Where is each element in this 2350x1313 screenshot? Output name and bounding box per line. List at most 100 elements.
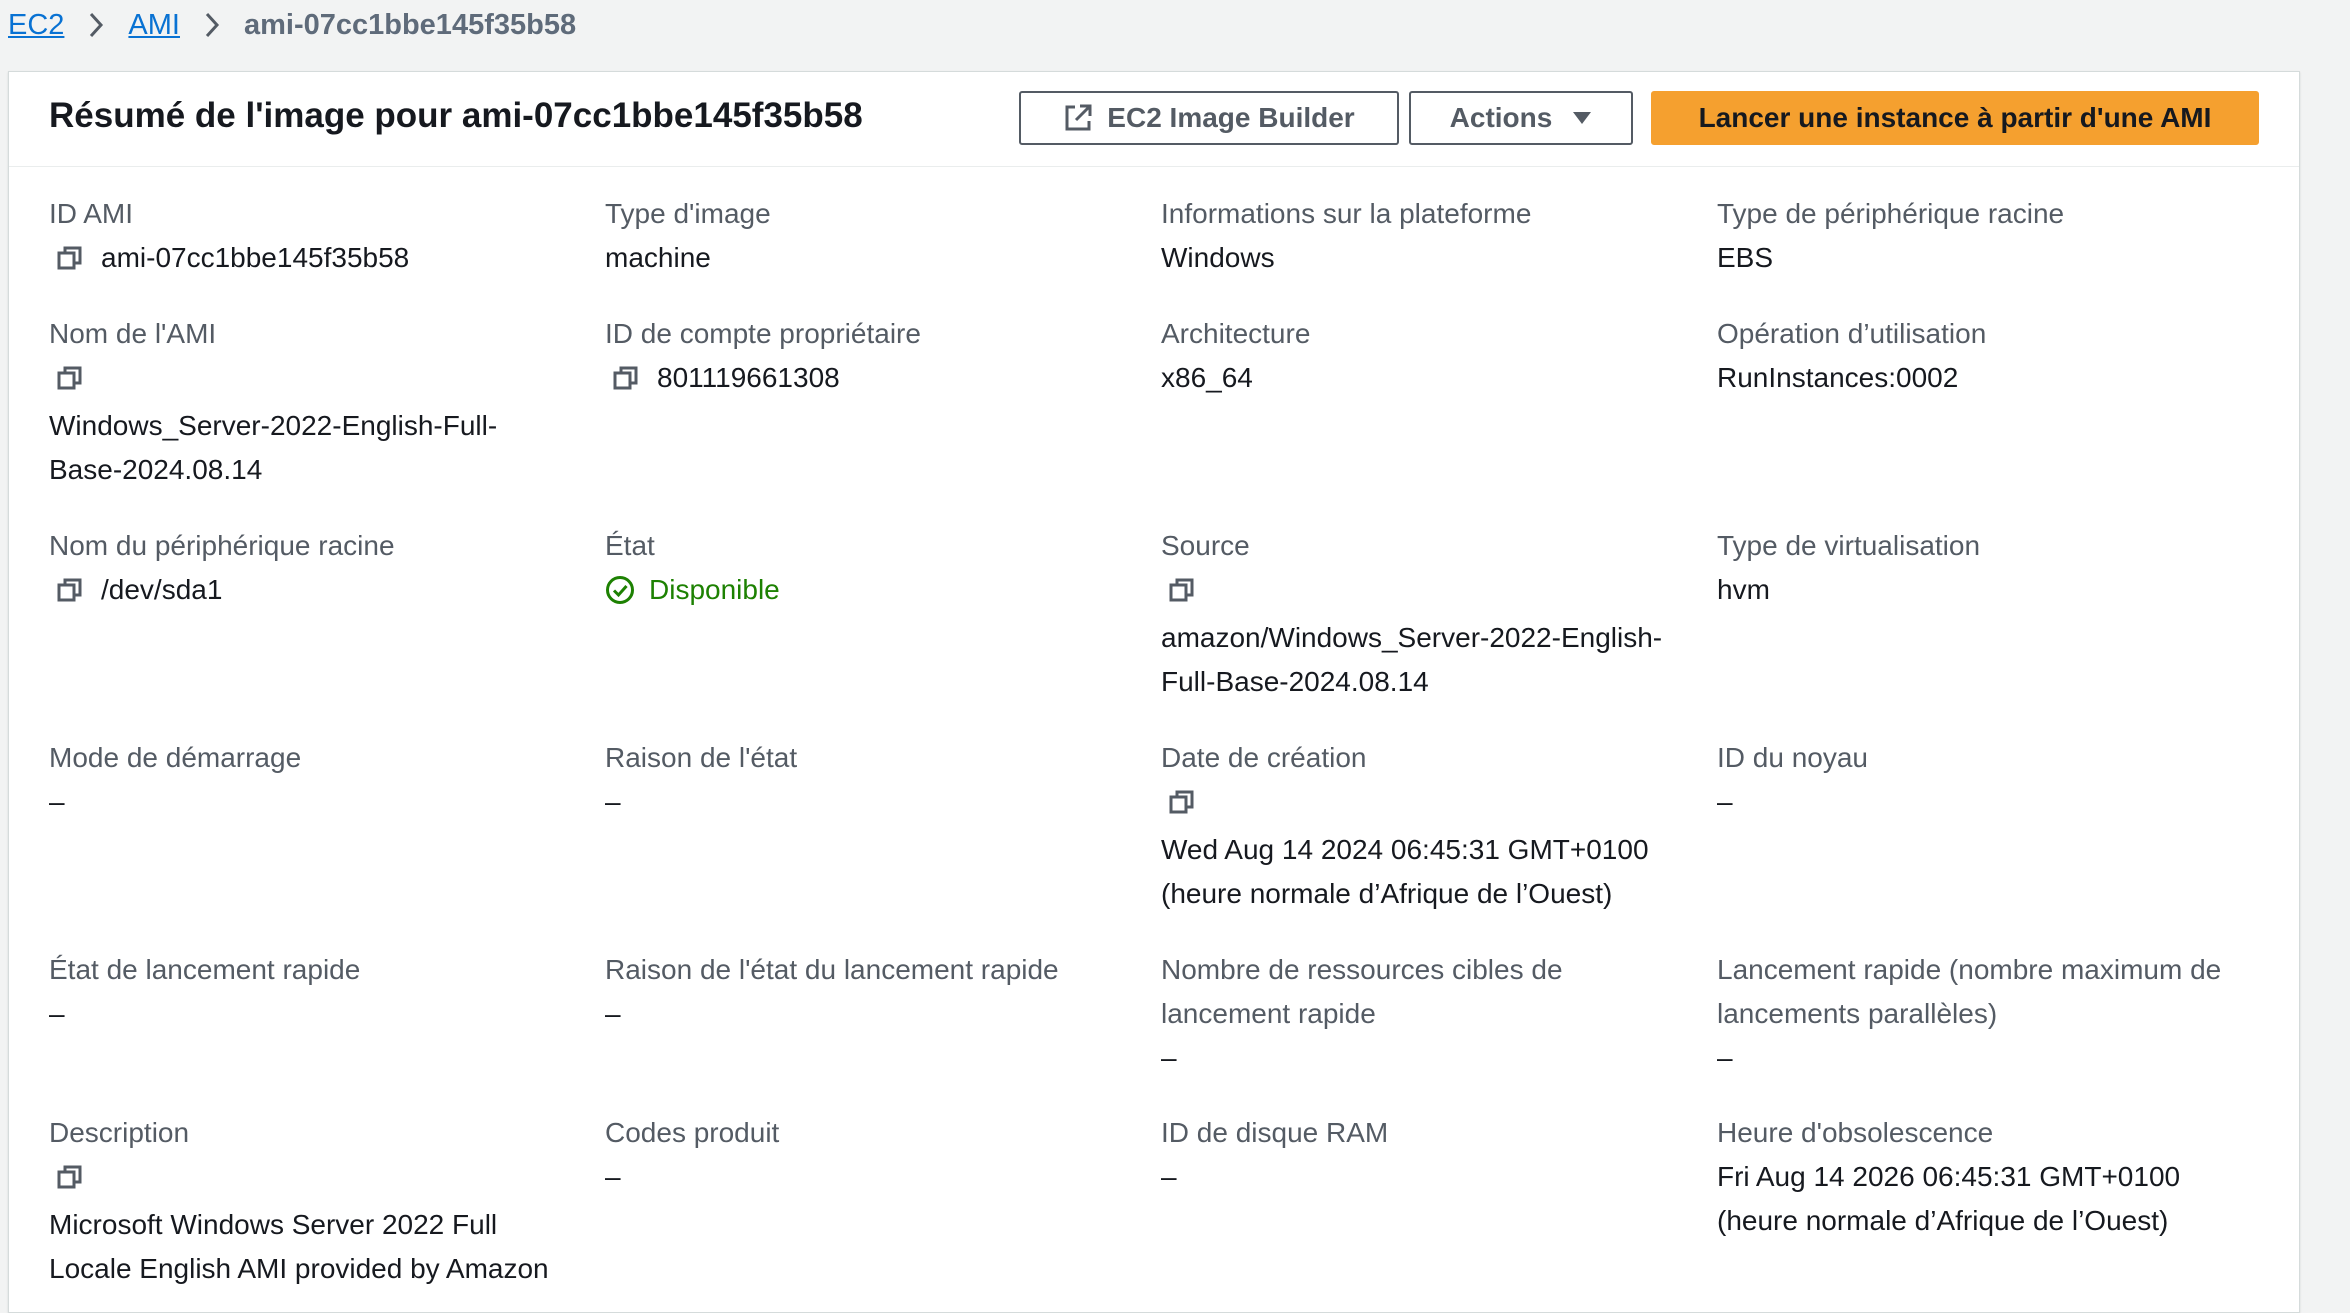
- field-owner-id: ID de compte propriétaire 801119661308: [605, 312, 1145, 400]
- breadcrumb: EC2 AMI ami-07cc1bbe145f35b58: [8, 0, 576, 50]
- field-value: –: [605, 998, 621, 1029]
- field-value: Windows_Server-2022-English-Full- Base-2…: [49, 404, 589, 492]
- caret-down-icon: [1572, 111, 1592, 125]
- field-value-line: Windows_Server-2022-English-Full-: [49, 410, 498, 441]
- field-label: Nom du périphérique racine: [49, 530, 395, 561]
- field-value: Microsoft Windows Server 2022 Full Local…: [49, 1203, 589, 1291]
- field-value-line: Full-Base-2024.08.14: [1161, 666, 1429, 697]
- field-value-line: (heure normale d’Afrique de l’Ouest): [1161, 878, 1613, 909]
- field-label: Mode de démarrage: [49, 742, 302, 773]
- field-ramdisk-id: ID de disque RAM –: [1161, 1111, 1701, 1199]
- field-value-line: (heure normale d’Afrique de l’Ouest): [1717, 1205, 2169, 1236]
- field-virtualization: Type de virtualisation hvm: [1717, 524, 2257, 612]
- field-architecture: Architecture x86_64: [1161, 312, 1701, 400]
- image-summary-panel: Résumé de l'image pour ami-07cc1bbe145f3…: [8, 71, 2300, 1313]
- field-product-codes: Codes produit –: [605, 1111, 1145, 1199]
- field-value: –: [1161, 1042, 1177, 1073]
- field-value: –: [49, 786, 65, 817]
- field-value-line: Locale English AMI provided by Amazon: [49, 1253, 549, 1284]
- field-label: Description: [49, 1117, 190, 1148]
- field-value: –: [605, 786, 621, 817]
- field-root-device-type: Type de périphérique racine EBS: [1717, 192, 2257, 280]
- ec2-image-builder-label: EC2 Image Builder: [1107, 102, 1355, 133]
- field-label: Source: [1161, 530, 1250, 561]
- launch-instance-from-ami-button[interactable]: Lancer une instance à partir d'une AMI: [1651, 91, 2259, 145]
- field-value: hvm: [1717, 574, 1770, 605]
- breadcrumb-link-ec2[interactable]: EC2: [8, 9, 64, 42]
- field-value-line: Wed Aug 14 2024 06:45:31 GMT+0100: [1161, 834, 1649, 865]
- field-label: État: [605, 530, 655, 561]
- field-fast-launch-targets: Nombre de ressources cibles de lancement…: [1161, 948, 1701, 1080]
- field-label: ID du noyau: [1717, 742, 1868, 773]
- field-value: –: [605, 1161, 621, 1192]
- field-deprecation-time: Heure d'obsolescence Fri Aug 14 2026 06:…: [1717, 1111, 2257, 1243]
- field-platform: Informations sur la plateforme Windows: [1161, 192, 1701, 280]
- status-badge: Disponible: [649, 574, 780, 605]
- chevron-right-icon: [204, 12, 220, 38]
- field-label: ID de disque RAM: [1161, 1117, 1389, 1148]
- field-state: État Disponible: [605, 524, 1145, 612]
- field-creation-date: Date de création Wed Aug 14 2024 06:45:3…: [1161, 736, 1701, 916]
- field-state-reason: Raison de l'état –: [605, 736, 1145, 824]
- status-success-icon: [605, 575, 635, 605]
- field-label: lancement rapide: [1161, 998, 1376, 1029]
- breadcrumb-link-ami[interactable]: AMI: [128, 9, 180, 42]
- chevron-right-icon: [88, 12, 104, 38]
- launch-instance-label: Lancer une instance à partir d'une AMI: [1698, 102, 2212, 133]
- field-label: Type de virtualisation: [1717, 530, 1981, 561]
- field-label: Codes produit: [605, 1117, 780, 1148]
- field-label: Raison de l'état du lancement rapide: [605, 954, 1059, 985]
- field-value: –: [49, 998, 65, 1029]
- field-value-line: Base-2024.08.14: [49, 454, 263, 485]
- field-value: /dev/sda1: [101, 574, 223, 605]
- field-label: Opération d’utilisation: [1717, 318, 1987, 349]
- field-fast-launch-parallel: Lancement rapide (nombre maximum de lanc…: [1717, 948, 2257, 1080]
- field-value: Fri Aug 14 2026 06:45:31 GMT+0100 (heure…: [1717, 1155, 2257, 1243]
- field-value: Windows: [1161, 242, 1275, 273]
- field-label: ID de compte propriétaire: [605, 318, 921, 349]
- external-link-icon: [1063, 103, 1093, 133]
- field-label: Type de périphérique racine: [1717, 198, 2065, 229]
- field-usage-operation: Opération d’utilisation RunInstances:000…: [1717, 312, 2257, 400]
- field-value: 801119661308: [657, 362, 840, 393]
- copy-icon[interactable]: [57, 1155, 93, 1199]
- field-label: lancements parallèles): [1717, 998, 1998, 1029]
- copy-icon[interactable]: [1169, 568, 1205, 612]
- field-label: Nombre de ressources cibles de: [1161, 954, 1563, 985]
- field-label: Lancement rapide (nombre maximum de: [1717, 954, 2222, 985]
- field-value: –: [1717, 1042, 1733, 1073]
- field-value: –: [1717, 786, 1733, 817]
- field-description: Description Microsoft Windows Server 202…: [49, 1111, 589, 1291]
- field-boot-mode: Mode de démarrage –: [49, 736, 589, 824]
- copy-icon[interactable]: [57, 356, 93, 400]
- actions-dropdown-button[interactable]: Actions: [1409, 91, 1633, 145]
- field-value-line: amazon/Windows_Server-2022-English-: [1161, 622, 1663, 653]
- field-value: machine: [605, 242, 711, 273]
- copy-icon[interactable]: [57, 568, 93, 612]
- field-root-device-name: Nom du périphérique racine /dev/sda1: [49, 524, 589, 612]
- field-ami-name: Nom de l'AMI Windows_Server-2022-English…: [49, 312, 589, 492]
- field-value: RunInstances:0002: [1717, 362, 1959, 393]
- copy-icon[interactable]: [57, 236, 93, 280]
- field-label: Architecture: [1161, 318, 1311, 349]
- field-value: EBS: [1717, 242, 1774, 273]
- field-value: x86_64: [1161, 362, 1253, 393]
- actions-label: Actions: [1449, 102, 1553, 133]
- field-kernel-id: ID du noyau –: [1717, 736, 2257, 824]
- field-value: ami-07cc1bbe145f35b58: [101, 242, 410, 273]
- field-value: amazon/Windows_Server-2022-English- Full…: [1161, 616, 1701, 704]
- field-label: Heure d'obsolescence: [1717, 1117, 1994, 1148]
- field-fast-launch-state: État de lancement rapide –: [49, 948, 589, 1036]
- copy-icon[interactable]: [613, 356, 649, 400]
- field-fast-launch-reason: Raison de l'état du lancement rapide –: [605, 948, 1145, 1036]
- field-source: Source amazon/Windows_Server-2022-Englis…: [1161, 524, 1701, 704]
- field-label: Informations sur la plateforme: [1161, 198, 1532, 229]
- field-label: Raison de l'état: [605, 742, 798, 773]
- field-label: État de lancement rapide: [49, 954, 361, 985]
- field-label: Nom de l'AMI: [49, 318, 217, 349]
- field-value: Wed Aug 14 2024 06:45:31 GMT+0100 (heure…: [1161, 828, 1701, 916]
- ec2-image-builder-button[interactable]: EC2 Image Builder: [1019, 91, 1399, 145]
- copy-icon[interactable]: [1169, 780, 1205, 824]
- field-value-line: Microsoft Windows Server 2022 Full: [49, 1209, 498, 1240]
- field-value: –: [1161, 1161, 1177, 1192]
